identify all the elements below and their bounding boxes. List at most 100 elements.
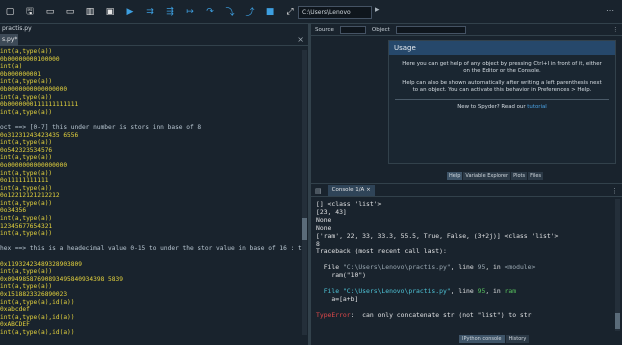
console-text: , line [450, 263, 478, 272]
console-line: ram("10") [316, 271, 622, 280]
code-line: 0o542323534576 [0, 146, 53, 154]
save-icon[interactable]: ▭ [43, 5, 57, 19]
usage-footer-text: New to Spyder? Read our [457, 104, 526, 110]
code-line: int(a,type(a)) [0, 215, 53, 223]
console-tab-label: Console 1/A [331, 187, 365, 193]
console-tab-menu-icon[interactable]: ▤ [315, 187, 322, 195]
editor-scrollbar-thumb[interactable] [302, 218, 307, 240]
code-line: int(a) [0, 63, 23, 71]
code-line: 0b00000000100000 [0, 55, 60, 63]
console-text: , in [485, 263, 505, 272]
new-file-icon[interactable]: ▢ [3, 5, 17, 19]
run-cell-advance-icon[interactable]: ↦ [183, 5, 197, 19]
usage-footer: New to Spyder? Read our tutorial [389, 104, 615, 110]
console-text: <module> [504, 263, 536, 272]
code-line: 0x09498587690893495840934398 5839 [0, 275, 123, 283]
code-line: int(a,type(a)) [0, 93, 53, 101]
console-text: , in [485, 286, 505, 295]
help-pane: Source Object ⋮ Usage Here you can get h… [311, 24, 622, 184]
stop-icon[interactable]: ■ [263, 5, 277, 19]
console-tab-close-icon[interactable]: × [366, 187, 371, 193]
code-line: 12345677654321 [0, 222, 53, 230]
help-toolbar: Source Object ⋮ [311, 24, 622, 36]
debug-step-icon[interactable]: ↷ [203, 5, 217, 19]
editor-file-path: practis.py [0, 24, 308, 34]
console-line: [] <class 'list'> [316, 200, 622, 209]
code-line: 0x11932423489328903809 [0, 260, 82, 268]
console-text: : can only concatenate str (not "list") … [350, 310, 532, 319]
usage-title: Usage [389, 41, 615, 55]
code-line: int(a,type(a)) [0, 78, 53, 86]
usage-paragraph-1: Here you can get help of any object by p… [402, 61, 602, 74]
debug-continue-icon[interactable]: ⤴ [243, 5, 257, 19]
console-line: File "C:\Users\Lenovo\practis.py", line … [316, 286, 622, 296]
code-editor[interactable]: int(a,type(a)) 0b00000000100000 int(a) 0b00… [0, 46, 308, 342]
tab-history[interactable]: History [505, 335, 530, 343]
usage-divider [395, 99, 609, 100]
maximize-icon[interactable]: ⤢ [283, 5, 297, 19]
run-cell-icon[interactable]: ⇶ [163, 5, 177, 19]
save-all-icon[interactable]: ▭ [63, 5, 77, 19]
code-line: int(a,type(a)) [0, 169, 53, 177]
console-scrollbar[interactable] [615, 199, 620, 331]
console-output[interactable]: [] <class 'list'> [23, 43] None None ['ram',… [311, 197, 622, 331]
code-line: int(a,type(a)) [0, 268, 53, 276]
help-object-input[interactable] [395, 25, 466, 34]
console-text: "C:\Users\Lenovo\practis.py" [342, 286, 451, 295]
run-icon[interactable]: ▶ [123, 5, 137, 19]
usage-panel: Usage Here you can get help of any objec… [388, 40, 616, 164]
tab-variable-explorer[interactable]: Variable Explorer [463, 172, 511, 180]
editor-tab-bar: s.py* × [0, 33, 308, 46]
code-line: int(a,type(a)) [0, 154, 53, 162]
working-directory-input[interactable]: C:\Users\Lenovo [298, 6, 372, 19]
code-line: 0x1518823326890023 [0, 291, 68, 298]
code-line: int(a,type(a),id(a)) [0, 298, 75, 306]
code-line: hex ==> this is a headecimal value 0-15 … [0, 245, 308, 253]
console-line: None [316, 216, 622, 225]
help-source-select[interactable] [339, 25, 366, 34]
run-file-icon[interactable]: ⇉ [143, 5, 157, 19]
console-tab[interactable]: Console 1/A × [327, 185, 375, 196]
debug-step-into-icon[interactable]: ⤵ [223, 5, 237, 19]
tutorial-link[interactable]: tutorial [527, 104, 546, 110]
working-directory-dropdown-icon[interactable]: ▸ [375, 5, 380, 15]
editor-scrollbar[interactable] [302, 50, 307, 335]
console-text: Traceback (most recent call last): [316, 247, 447, 256]
code-line: int(a,type(a)) [0, 108, 53, 116]
code-line: 0b0000000111111111111 [0, 101, 79, 109]
tab-ipython-console[interactable]: IPython console [459, 335, 505, 343]
editor-options-icon[interactable]: × [297, 35, 304, 44]
open-folder-icon[interactable]: 🖫 [23, 5, 37, 19]
tab-help[interactable]: Help [447, 172, 463, 180]
console-text: None [316, 223, 332, 232]
help-pane-tabs: Help Variable Explorer Plots Files [447, 172, 544, 180]
editor-tab-practis[interactable]: s.py* [0, 33, 18, 46]
code-line: 0o12212121212212 [0, 192, 60, 200]
console-text: "C:\Users\Lenovo\practis.py" [342, 263, 451, 272]
new-window-icon[interactable]: ▥ [83, 5, 97, 19]
usage-body: Here you can get help of any object by p… [389, 55, 615, 94]
console-scrollbar-thumb[interactable] [615, 313, 620, 329]
tab-files[interactable]: Files [528, 172, 544, 180]
working-directory-menu-icon[interactable]: ⋯ [606, 6, 614, 15]
console-text: ['ram', 22, 33, 33.3, 55.5, True, False,… [316, 231, 559, 240]
code-line: int(a,type(a)) [0, 283, 53, 291]
tab-plots[interactable]: Plots [511, 172, 528, 180]
code-line: int(a,type(a)) [0, 230, 53, 238]
usage-paragraph-2: Help can also be shown automatically aft… [402, 80, 602, 93]
help-object-label: Object [371, 26, 390, 33]
code-line: oct ==> [0-7] this under number is stors… [0, 123, 202, 131]
console-menu-icon[interactable]: ⋮ [611, 187, 618, 195]
code-line: 0o34356 [0, 207, 27, 215]
help-menu-icon[interactable]: ⋮ [613, 27, 619, 33]
console-text: ram [504, 286, 517, 295]
code-line: 0o0000000000000000 [0, 161, 68, 169]
editor-pane: practis.py s.py* × int(a,type(a)) 0b00000… [0, 24, 309, 345]
properties-icon[interactable]: ▣ [103, 5, 117, 19]
console-text: [] <class 'list'> [316, 200, 382, 208]
code-line: 0xabcdef [0, 306, 30, 314]
